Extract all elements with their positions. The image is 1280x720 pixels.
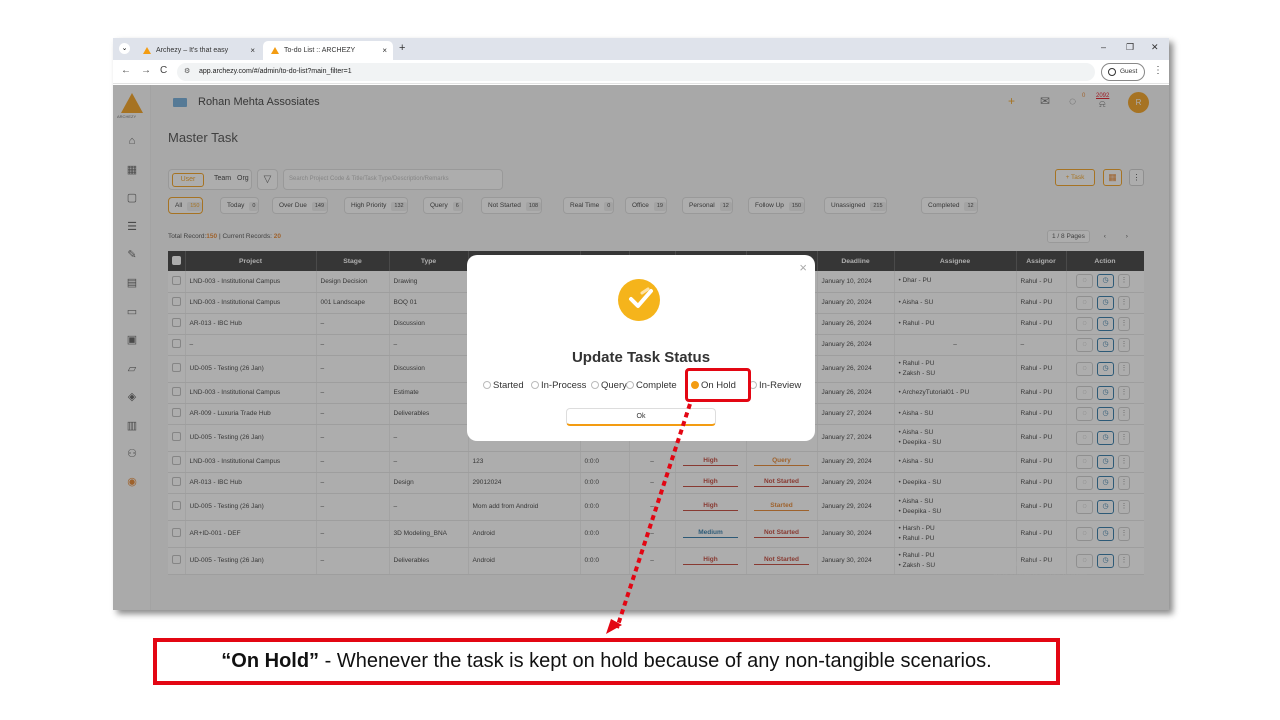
status-option[interactable]: In-Review bbox=[749, 380, 801, 391]
caption-term: “On Hold” bbox=[221, 650, 320, 672]
status-option-label: Query bbox=[601, 380, 627, 391]
tab-archezy-home[interactable]: Archezy – It's that easy × bbox=[135, 41, 261, 60]
status-option-label: In-Review bbox=[759, 380, 802, 391]
new-tab-button[interactable]: + bbox=[399, 42, 405, 54]
status-option-label: Complete bbox=[636, 380, 677, 391]
minimize-button[interactable]: – bbox=[1101, 42, 1106, 52]
radio-icon[interactable] bbox=[483, 381, 491, 389]
radio-icon[interactable] bbox=[626, 381, 634, 389]
radio-icon[interactable] bbox=[591, 381, 599, 389]
close-icon[interactable]: × bbox=[799, 260, 807, 275]
caption-text: - Whenever the task is kept on hold beca… bbox=[319, 650, 992, 672]
on-hold-highlight-box bbox=[685, 368, 751, 402]
status-option[interactable]: Complete bbox=[626, 380, 677, 391]
back-button[interactable]: ← bbox=[121, 65, 131, 76]
url-field[interactable]: ⚙ app.archezy.com/#/admin/to-do-list?mai… bbox=[177, 63, 1095, 81]
profile-button[interactable]: Guest bbox=[1101, 63, 1145, 81]
close-window-button[interactable]: ✕ bbox=[1151, 42, 1159, 53]
slide: ⌄ Archezy – It's that easy × To-do List … bbox=[0, 0, 1280, 720]
archezy-favicon-icon bbox=[143, 47, 151, 54]
address-bar-row: ← → C ⚙ app.archezy.com/#/admin/to-do-li… bbox=[113, 60, 1169, 84]
status-option[interactable]: In-Process bbox=[531, 380, 586, 391]
tab-todo-list[interactable]: To-do List :: ARCHEZY × bbox=[263, 41, 393, 60]
check-badge-icon bbox=[618, 279, 660, 321]
browser-window: ⌄ Archezy – It's that easy × To-do List … bbox=[113, 38, 1169, 610]
radio-icon[interactable] bbox=[531, 381, 539, 389]
tab-title: Archezy – It's that easy bbox=[156, 47, 229, 54]
browser-menu-icon[interactable]: ⋮ bbox=[1153, 65, 1163, 76]
dialog-title: Update Task Status bbox=[571, 349, 711, 366]
caption-box: “On Hold” - Whenever the task is kept on… bbox=[153, 638, 1060, 685]
profile-label: Guest bbox=[1120, 68, 1138, 75]
tab-title: To-do List :: ARCHEZY bbox=[284, 47, 356, 54]
restore-button[interactable]: ❐ bbox=[1126, 42, 1134, 53]
ok-button[interactable]: Ok bbox=[566, 408, 716, 426]
site-settings-icon[interactable]: ⚙ bbox=[184, 63, 190, 81]
status-option-label: In-Process bbox=[541, 380, 587, 391]
status-option[interactable]: Started bbox=[483, 380, 524, 391]
app-area: ARCHEZY ⌂ ▦ ▢ ☰ ✎ ▤ ▭ ▣ ▱ ◈ ▥ ⚇ ◉ Rohan … bbox=[113, 85, 1169, 610]
forward-button[interactable]: → bbox=[141, 65, 151, 76]
reload-button[interactable]: C bbox=[160, 65, 167, 76]
tab-close-icon[interactable]: × bbox=[250, 46, 255, 55]
tab-search-button[interactable]: ⌄ bbox=[119, 43, 130, 54]
update-status-dialog: × Update Task Status Started In-Process Qu… bbox=[467, 255, 815, 441]
profile-icon bbox=[1108, 68, 1116, 76]
status-option[interactable]: Query bbox=[591, 380, 627, 391]
tab-bar: ⌄ Archezy – It's that easy × To-do List … bbox=[113, 38, 1169, 60]
tab-close-icon[interactable]: × bbox=[382, 46, 387, 55]
url-text: app.archezy.com/#/admin/to-do-list?main_… bbox=[199, 68, 352, 75]
status-option-label: Started bbox=[493, 380, 524, 391]
archezy-favicon-icon bbox=[271, 47, 279, 54]
